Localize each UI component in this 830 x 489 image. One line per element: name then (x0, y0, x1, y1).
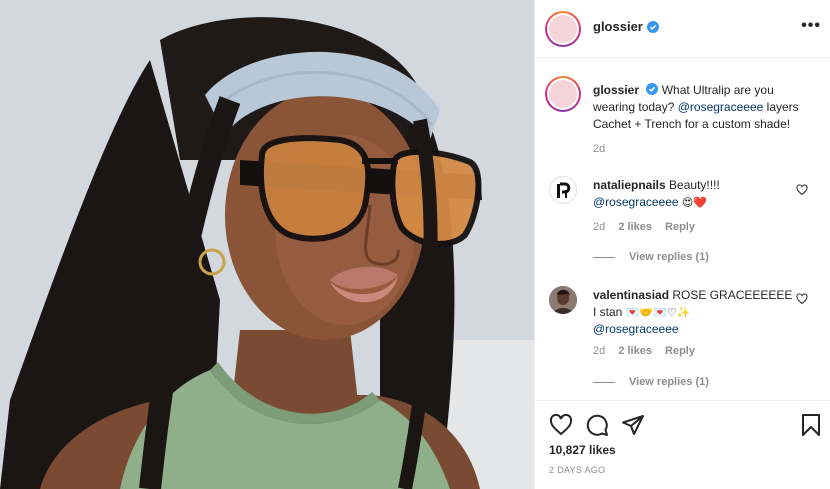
comment-1-meta: 2d 2 likes Reply (593, 221, 705, 233)
comment-1-body: Beauty!!!! (669, 178, 720, 192)
caption-time[interactable]: 2d (593, 143, 605, 155)
heart-icon[interactable] (549, 413, 573, 437)
comment-2-body: ROSE GRACEEEEEE (672, 288, 793, 302)
comment-2-like-heart-icon[interactable] (796, 293, 808, 305)
comment-1-view-replies-label[interactable]: View replies (1) (629, 251, 709, 263)
post-photo[interactable] (0, 0, 534, 489)
post-timestamp[interactable]: 2 DAYS AGO (549, 465, 605, 475)
author-username[interactable]: glossier (593, 19, 643, 34)
comment-1-view-replies[interactable]: View replies (1) (593, 251, 709, 263)
portrait-illustration (0, 0, 534, 489)
comment-2-view-replies[interactable]: View replies (1) (593, 376, 709, 388)
post-side-panel: glossier ••• glossier What Ultralip are … (534, 0, 830, 489)
share-icon[interactable] (621, 413, 645, 437)
comment-2-reply-button[interactable]: Reply (665, 345, 695, 357)
commenter-avatar[interactable] (549, 176, 577, 204)
comment-2-body-line2: I stan (593, 305, 626, 319)
instagram-post: glossier ••• glossier What Ultralip are … (0, 0, 830, 489)
author-avatar[interactable] (545, 11, 581, 47)
post-actions-bar: 10,827 likes 2 DAYS AGO (535, 400, 830, 489)
comment-2-meta: 2d 2 likes Reply (593, 345, 705, 357)
caption-author-username[interactable]: glossier (593, 83, 639, 97)
comment-1-reply-button[interactable]: Reply (665, 221, 695, 233)
comment-icon[interactable] (585, 413, 609, 437)
comment-2-likes[interactable]: 2 likes (618, 345, 652, 357)
divider-line (593, 381, 615, 383)
bookmark-icon[interactable] (799, 413, 823, 437)
caption-mention-link[interactable]: @rosegraceeee (678, 100, 764, 114)
commenter-avatar[interactable] (549, 286, 577, 314)
comment-2-time[interactable]: 2d (593, 345, 605, 357)
comment-1-like-heart-icon[interactable] (796, 184, 808, 196)
verified-badge-icon (646, 20, 659, 33)
comment-2-username[interactable]: valentinasiad (593, 288, 669, 302)
more-options-button[interactable]: ••• (801, 16, 821, 36)
comment-1-mention[interactable]: @rosegraceeee (593, 195, 679, 209)
user-photo-icon (549, 286, 577, 314)
comment-2-text: valentinasiad ROSE GRACEEEEEE I stan 💌🤝💌… (593, 287, 793, 338)
comment-2-mention[interactable]: @rosegraceeee (593, 322, 679, 336)
comment-1-likes[interactable]: 2 likes (618, 221, 652, 233)
np-logo-icon (557, 182, 571, 198)
caption-meta: 2d (593, 143, 615, 155)
comment-1-time[interactable]: 2d (593, 221, 605, 233)
divider-line (593, 256, 615, 258)
caption-text: glossier What Ultralip are you wearing t… (593, 82, 808, 133)
verified-badge-icon (646, 83, 659, 95)
comment-2-emoji: 💌🤝💌♡✨ (625, 306, 691, 319)
comment-1-text: nataliepnails Beauty!!!! @rosegraceeee 😍… (593, 177, 793, 211)
comment-1-username[interactable]: nataliepnails (593, 178, 666, 192)
post-header: glossier ••• (535, 0, 830, 58)
caption-author-avatar[interactable] (545, 76, 581, 112)
author-username-row[interactable]: glossier (593, 19, 659, 34)
comment-2-view-replies-label[interactable]: View replies (1) (629, 376, 709, 388)
post-likes-count[interactable]: 10,827 likes (549, 443, 616, 457)
comment-1-emoji: 😍❤️ (681, 196, 708, 209)
